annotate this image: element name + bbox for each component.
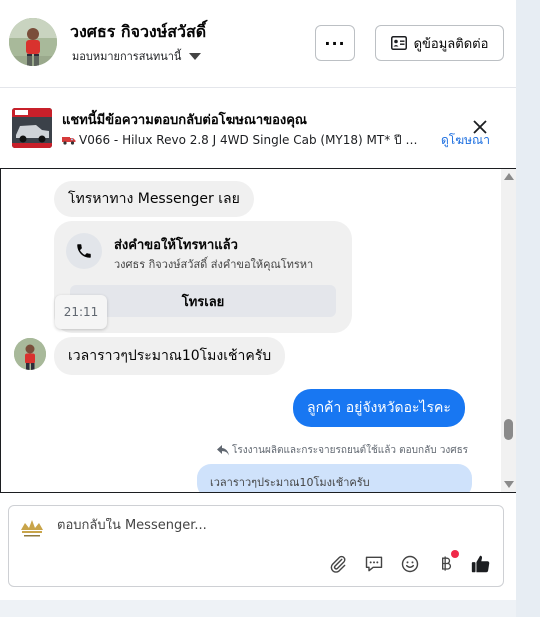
page-edge bbox=[516, 0, 540, 617]
phone-icon bbox=[66, 233, 102, 269]
more-options-button[interactable]: ··· bbox=[315, 25, 355, 61]
contact-card-icon bbox=[390, 36, 407, 50]
truck-icon bbox=[62, 137, 76, 145]
close-icon[interactable] bbox=[471, 118, 489, 136]
ad-banner-title: แชทนี้มีข้อความตอบกลับต่อโฆษณาของคุณ bbox=[62, 113, 307, 128]
ad-reply-banner: แชทนี้มีข้อความตอบกลับต่อโฆษณาของคุณ V06… bbox=[0, 89, 516, 167]
ad-thumbnail[interactable] bbox=[12, 108, 52, 148]
sender-avatar bbox=[14, 338, 46, 370]
reply-context: โรงงานผลิตและกระจายรถยนต์ใช้แล้ว ตอบกลับ… bbox=[217, 443, 468, 458]
reply-composer bbox=[8, 505, 504, 587]
ad-subtitle-text: V066 - Hilux Revo 2.8 J 4WD Single Cab (… bbox=[79, 133, 424, 147]
chat-bubble-icon[interactable] bbox=[363, 553, 385, 575]
quoted-message: เวลาราวๆประมาณ10โมงเช้าครับ bbox=[197, 464, 472, 492]
reply-input[interactable] bbox=[57, 518, 457, 533]
call-request-description: วงศธร กิจวงษ์สวัสดิ์ ส่งคำขอให้คุณโทรหา bbox=[114, 258, 314, 271]
person-photo-icon bbox=[9, 18, 57, 66]
conversation-header: วงศธร กิจวงษ์สวัสดิ์ มอบหมายการสนทนานี้ … bbox=[0, 0, 516, 88]
contact-name: วงศธร กิจวงษ์สวัสดิ์ bbox=[70, 22, 207, 41]
avatar[interactable] bbox=[9, 18, 57, 66]
messenger-panel: วงศธร กิจวงษ์สวัสดิ์ มอบหมายการสนทนานี้ … bbox=[0, 0, 517, 600]
thread-scrollbar[interactable] bbox=[501, 169, 516, 492]
truck-photo-icon bbox=[12, 108, 52, 148]
ad-banner-subtitle: V066 - Hilux Revo 2.8 J 4WD Single Cab (… bbox=[62, 131, 424, 150]
message-bubble-received: โทรหาทาง Messenger เลย bbox=[54, 181, 254, 217]
scroll-down-arrow-icon[interactable] bbox=[504, 481, 514, 488]
reply-arrow-icon bbox=[217, 445, 229, 456]
message-bubble-sent: ลูกค้า อยู่จังหวัดอะไรคะ bbox=[293, 389, 465, 427]
timestamp-tooltip: 21:11 bbox=[55, 295, 107, 329]
smiley-icon[interactable] bbox=[399, 553, 421, 575]
paperclip-icon[interactable] bbox=[327, 553, 349, 575]
call-now-button[interactable]: โทรเลย bbox=[70, 285, 336, 317]
scrollbar-thumb[interactable] bbox=[504, 419, 513, 440]
view-contact-button[interactable]: ดูข้อมูลติดต่อ bbox=[375, 25, 504, 61]
message-thread[interactable]: โทรหาทาง Messenger เลย ส่งคำขอให้โทรหาแล… bbox=[0, 168, 517, 493]
reply-context-text: โรงงานผลิตและกระจายรถยนต์ใช้แล้ว ตอบกลับ… bbox=[232, 445, 469, 456]
call-request-title: ส่งคำขอให้โทรหาแล้ว bbox=[114, 238, 238, 253]
view-contact-label: ดูข้อมูลติดต่อ bbox=[413, 36, 489, 52]
message-bubble-received: เวลาราวๆประมาณ10โมงเช้าครับ bbox=[54, 337, 286, 375]
scroll-up-arrow-icon[interactable] bbox=[504, 173, 514, 180]
page-logo bbox=[21, 520, 43, 537]
assign-label: มอบหมายการสนทนานี้ bbox=[72, 50, 182, 63]
assign-conversation-dropdown[interactable]: มอบหมายการสนทนานี้ bbox=[72, 47, 202, 65]
caret-down-icon bbox=[189, 52, 202, 60]
person-photo-icon bbox=[14, 338, 46, 370]
notification-dot bbox=[451, 550, 459, 558]
thumbs-up-icon[interactable] bbox=[470, 553, 492, 575]
